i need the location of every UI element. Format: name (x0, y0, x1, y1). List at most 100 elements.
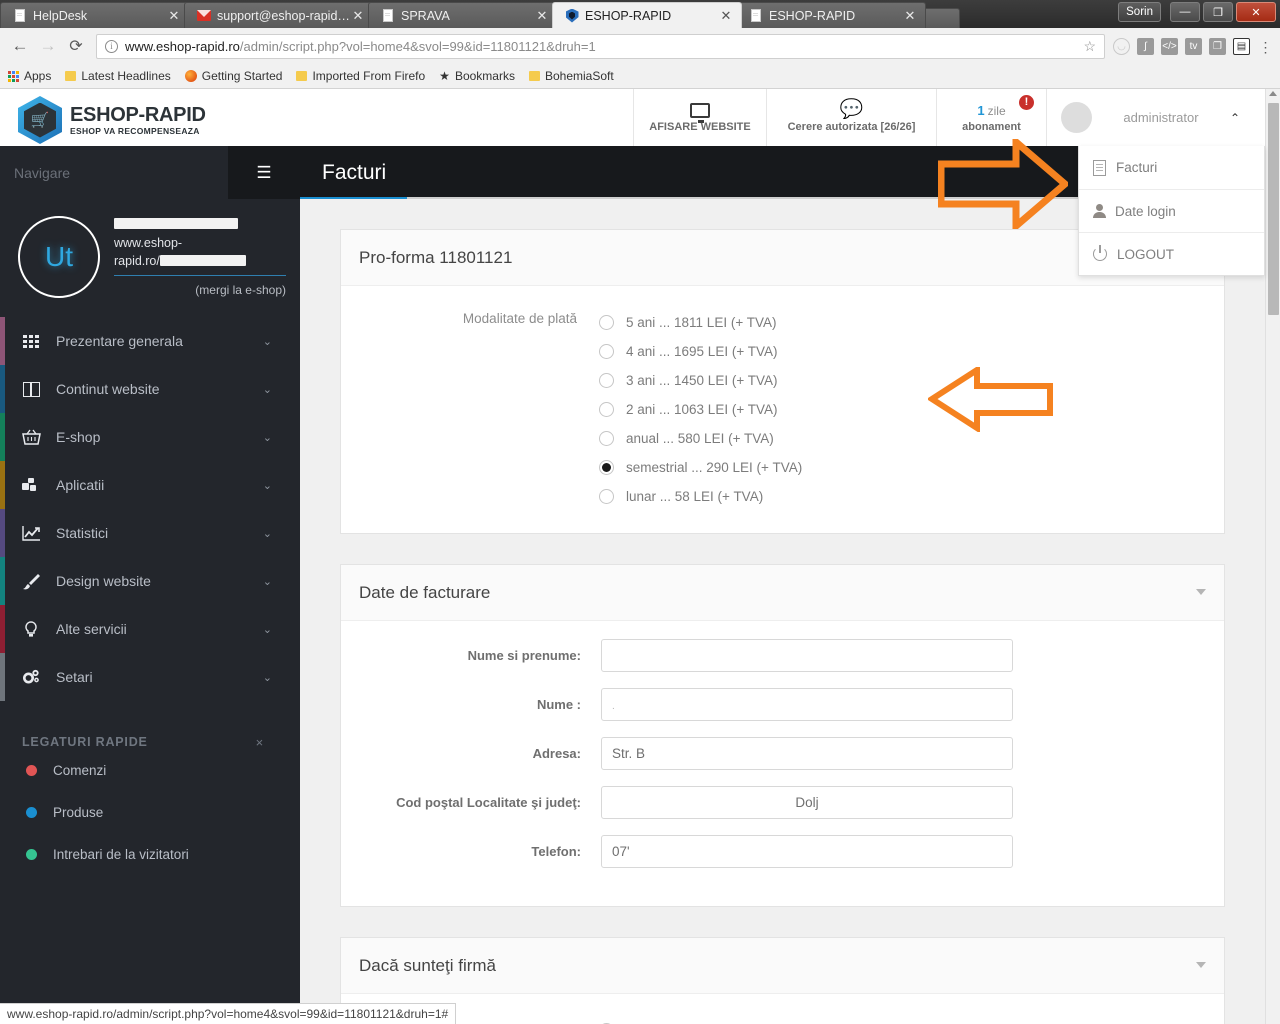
payment-option-2ani[interactable]: 2 ani ... 1063 LEI (+ TVA) (599, 395, 802, 424)
bookmark-bohemiasoft[interactable]: BohemiaSoft (528, 69, 614, 83)
reader-icon[interactable]: ▤ (1233, 37, 1250, 55)
chevron-down-icon[interactable]: ⌄ (263, 527, 272, 540)
nume-input[interactable]: . (601, 688, 1013, 721)
sidebar-item-continut-website[interactable]: Continut website ⌄ (0, 365, 300, 413)
app-logo[interactable]: 🛒 ESHOP-RAPID ESHOP VA RECOMPENSEAZA (18, 96, 206, 144)
radio-icon[interactable] (599, 402, 614, 417)
tv-icon[interactable]: tv (1185, 37, 1202, 55)
sidebar-item-aplicatii[interactable]: Aplicatii ⌄ (0, 461, 300, 509)
payment-option-3ani[interactable]: 3 ani ... 1450 LEI (+ TVA) (599, 366, 802, 395)
sidebar-item-setari[interactable]: Setari ⌄ (0, 653, 300, 701)
payment-option-4ani[interactable]: 4 ani ... 1695 LEI (+ TVA) (599, 337, 802, 366)
radio-icon[interactable] (599, 489, 614, 504)
user-menu-toggle[interactable]: administrator ⌃ (1046, 89, 1250, 146)
payment-option-anual[interactable]: anual ... 580 LEI (+ TVA) (599, 424, 802, 453)
browser-tab-helpdesk[interactable]: HelpDesk ✕ (0, 2, 190, 28)
quick-link-produse[interactable]: Produse (0, 791, 300, 833)
bookmark-bookmarks[interactable]: ★ Bookmarks (439, 69, 515, 83)
new-tab-button[interactable] (920, 8, 960, 28)
arrow-left-svg (928, 367, 1053, 432)
chevron-down-icon[interactable] (1196, 962, 1206, 968)
circle-icon[interactable]: ◡ (1113, 37, 1130, 55)
sidebar-item-statistici[interactable]: Statistici ⌄ (0, 509, 300, 557)
copy-icon[interactable]: ❐ (1209, 37, 1226, 55)
nav-strip: Navigare ☰ Facturi (0, 146, 1265, 200)
payment-option-semestrial[interactable]: semestrial ... 290 LEI (+ TVA) (599, 453, 802, 482)
close-icon[interactable]: × (256, 735, 264, 750)
browser-tab-eshop-rapid-active[interactable]: ESHOP-RAPID ✕ (552, 2, 742, 28)
adresa-input[interactable]: Str. B (601, 737, 1013, 770)
close-icon[interactable]: ✕ (351, 9, 365, 22)
quick-link-comenzi[interactable]: Comenzi (0, 749, 300, 791)
star-icon[interactable]: ☆ (1083, 38, 1096, 55)
close-window-button[interactable]: ✕ (1236, 2, 1276, 22)
chevron-down-icon[interactable]: ⌄ (263, 335, 272, 348)
scroll-up-icon[interactable] (1269, 91, 1277, 96)
menu-icon[interactable]: ⋮ (1257, 38, 1274, 55)
scrollbar-thumb[interactable] (1268, 103, 1279, 315)
user-menu-item-date-login[interactable]: Date login (1079, 189, 1264, 232)
topnav-afisare-website[interactable]: AFISARE WEBSITE (633, 89, 766, 146)
chevron-down-icon[interactable]: ⌄ (263, 431, 272, 444)
sidebar-item-label: Setari (56, 669, 93, 685)
radio-icon[interactable] (599, 315, 614, 330)
bookmark-latest-headlines[interactable]: Latest Headlines (65, 69, 171, 83)
browser-tab-sprava[interactable]: SPRAVA ✕ (368, 2, 558, 28)
payment-option-5ani[interactable]: 5 ani ... 1811 LEI (+ TVA) (599, 308, 802, 337)
radio-icon[interactable] (599, 431, 614, 446)
telefon-input[interactable]: 07' (601, 835, 1013, 868)
topnav-cerere-autorizata[interactable]: 💬 Cerere autorizata [26/26] (766, 89, 936, 146)
cod-postal-input[interactable]: Dolj (601, 786, 1013, 819)
forward-icon[interactable]: → (34, 32, 62, 60)
browser-tab-support[interactable]: support@eshop-rapid.ro ✕ (184, 2, 374, 28)
chevron-down-icon[interactable]: ⌄ (263, 623, 272, 636)
page-scrollbar[interactable] (1265, 89, 1280, 1024)
company-panel-header[interactable]: Dacă sunteţi firmă (341, 938, 1224, 994)
address-bar[interactable]: i www.eshop-rapid.ro/admin/script.php?vo… (96, 33, 1105, 59)
bookmark-getting-started[interactable]: Getting Started (184, 69, 282, 83)
script-icon[interactable]: ∫ (1137, 37, 1154, 55)
quick-links-title: LEGATURI RAPIDE × (22, 735, 300, 750)
back-icon[interactable]: ← (6, 32, 34, 60)
close-icon[interactable]: ✕ (719, 9, 733, 22)
window-user-button[interactable]: Sorin (1118, 2, 1161, 22)
reload-icon[interactable]: ⟳ (62, 32, 90, 60)
chevron-up-icon[interactable]: ⌃ (1230, 111, 1240, 125)
nume-prenume-input[interactable] (601, 639, 1013, 672)
billing-panel-header[interactable]: Date de facturare (341, 565, 1224, 621)
radio-icon[interactable] (599, 373, 614, 388)
restore-button[interactable]: ❐ (1203, 2, 1233, 22)
sidebar-item-prezentare-generala[interactable]: Prezentare generala ⌄ (0, 317, 300, 365)
company-option-da[interactable]: da (599, 1016, 641, 1024)
chevron-down-icon[interactable]: ⌄ (263, 671, 272, 684)
chevron-down-icon[interactable] (1196, 589, 1206, 595)
firefox-icon (184, 70, 197, 82)
sidebar-item-e-shop[interactable]: E-shop ⌄ (0, 413, 300, 461)
close-icon[interactable]: ✕ (535, 9, 549, 22)
user-menu-item-logout[interactable]: LOGOUT (1079, 232, 1264, 275)
close-icon[interactable]: ✕ (167, 9, 181, 22)
close-icon[interactable]: ✕ (903, 9, 917, 22)
code-icon[interactable]: </> (1161, 37, 1178, 55)
bulb-icon (20, 620, 42, 638)
sidebar-item-design-website[interactable]: Design website ⌄ (0, 557, 300, 605)
payment-option-lunar[interactable]: lunar ... 58 LEI (+ TVA) (599, 482, 802, 511)
payment-option-label: 5 ani ... 1811 LEI (+ TVA) (626, 315, 777, 330)
quick-link-intrebari[interactable]: Intrebari de la vizitatori (0, 833, 300, 875)
bookmark-imported-from-firefox[interactable]: Imported From Firefo (296, 69, 425, 83)
chevron-down-icon[interactable]: ⌄ (263, 479, 272, 492)
sidebar-item-alte-servicii[interactable]: Alte servicii ⌄ (0, 605, 300, 653)
chevron-down-icon[interactable]: ⌄ (263, 383, 272, 396)
sidebar-shop-link[interactable]: (mergi la e-shop) (114, 281, 286, 299)
radio-icon-selected[interactable] (599, 460, 614, 475)
chevron-down-icon[interactable]: ⌄ (263, 575, 272, 588)
bookmark-apps[interactable]: Apps (8, 69, 51, 83)
browser-tab-eshop-rapid-2[interactable]: ESHOP-RAPID ✕ (736, 2, 926, 28)
quick-links-label: LEGATURI RAPIDE (22, 735, 148, 749)
columns-icon (20, 381, 42, 397)
minimize-button[interactable]: — (1170, 2, 1200, 22)
topnav-subscription[interactable]: ! 1 zile abonament (936, 89, 1046, 146)
radio-icon[interactable] (599, 344, 614, 359)
user-menu-item-facturi[interactable]: Facturi (1079, 146, 1264, 189)
hamburger-menu-icon[interactable]: ☰ (228, 146, 300, 199)
